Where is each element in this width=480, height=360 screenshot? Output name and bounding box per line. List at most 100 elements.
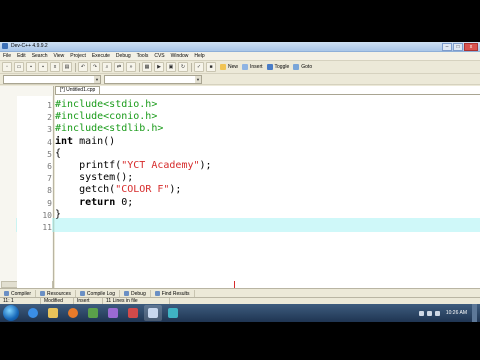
save-all-icon[interactable]: ▪ <box>38 62 48 72</box>
menu-item-window[interactable]: Window <box>168 52 192 60</box>
toggle-label: Toggle <box>274 64 290 70</box>
line-number: 7 <box>47 174 52 184</box>
insert-icon <box>242 64 249 70</box>
member-combo[interactable]: ▼ <box>104 74 202 84</box>
close-file-icon[interactable]: x <box>50 62 60 72</box>
code-token: "YCT Academy" <box>121 160 200 171</box>
taskbar-media-icon[interactable] <box>64 305 82 321</box>
code-line[interactable]: } <box>55 209 61 221</box>
line-number: 5 <box>47 149 52 159</box>
clock[interactable]: 10:26 AM <box>446 310 467 316</box>
new-icon <box>220 64 226 70</box>
menu-item-tools[interactable]: Tools <box>134 52 152 60</box>
tab-divider <box>55 94 480 95</box>
goto-icon <box>293 64 300 70</box>
code-editor[interactable]: #include<stdio.h> #include<conio.h> #inclu… <box>55 96 480 288</box>
code-token: getch( <box>55 184 116 196</box>
line-number: 2 <box>47 113 52 123</box>
menu-item-help[interactable]: Help <box>191 52 207 60</box>
code-token: printf( <box>55 160 122 171</box>
insert-button[interactable]: Insert <box>242 64 263 70</box>
menu-item-search[interactable]: Search <box>29 52 51 60</box>
code-line[interactable]: #include<stdio.h> <box>55 99 157 111</box>
tab-icon <box>4 291 9 296</box>
menu-item-file[interactable]: File <box>0 52 14 60</box>
line-number: 6 <box>47 162 52 171</box>
code-line[interactable]: return 0; <box>55 197 133 209</box>
line-number: 1 <box>47 101 52 110</box>
class-combo[interactable]: ▼ <box>3 74 101 84</box>
close-icon[interactable]: x <box>464 43 478 51</box>
code-line[interactable]: system(); <box>55 172 133 184</box>
title-bar[interactable]: Dev-C++ 4.9.9.2 – □ x <box>0 42 480 52</box>
app-icon <box>2 43 8 49</box>
line-number-gutter: 1 2 3 4 5 6 7 8 9 10 11 <box>17 96 52 288</box>
main-toolbar: ▫ ▭ ▪ ▪ x ▤ ↶ ↷ ⌕ ⇄ » ▦ ▶ ▣ ↻ ✓ ■ New In… <box>0 61 480 74</box>
redo-icon[interactable]: ↷ <box>90 62 100 72</box>
menu-item-project[interactable]: Project <box>67 52 89 60</box>
code-line[interactable]: #include<stdlib.h> <box>55 123 163 135</box>
replace-icon[interactable]: ⇄ <box>114 62 124 72</box>
new-label: New <box>228 64 239 70</box>
run-icon[interactable]: ▶ <box>154 62 164 72</box>
taskbar-devcpp-icon[interactable] <box>144 305 162 321</box>
new-file-icon[interactable]: ▫ <box>2 62 12 72</box>
menu-item-edit[interactable]: Edit <box>14 52 29 60</box>
bottom-tab-label: Resources <box>47 290 71 297</box>
maximize-icon[interactable]: □ <box>453 43 463 51</box>
code-token: 0; <box>115 196 134 208</box>
save-icon[interactable]: ▪ <box>26 62 36 72</box>
compile-run-icon[interactable]: ▣ <box>166 62 176 72</box>
start-button[interactable] <box>3 305 19 321</box>
stop-icon[interactable]: ■ <box>206 62 216 72</box>
taskbar-app-icon[interactable] <box>124 305 142 321</box>
code-line[interactable]: #include<conio.h> <box>55 111 157 123</box>
undo-icon[interactable]: ↶ <box>78 62 88 72</box>
window-title: Dev-C++ 4.9.9.2 <box>11 43 48 49</box>
code-line[interactable]: printf("YCT Academy"); <box>55 160 211 172</box>
bottom-tab-label: Find Results <box>161 290 190 297</box>
open-icon[interactable]: ▭ <box>14 62 24 72</box>
insert-label: Insert <box>250 64 263 70</box>
taskbar-app-icon[interactable] <box>84 305 102 321</box>
menu-item-cvs[interactable]: CVS <box>151 52 167 60</box>
compile-icon[interactable]: ▦ <box>142 62 152 72</box>
tray-volume-icon[interactable] <box>434 310 440 316</box>
taskbar-app-icon[interactable] <box>104 305 122 321</box>
line-number: 11 <box>42 223 52 232</box>
screen: Dev-C++ 4.9.9.2 – □ x File Edit Search View… <box>0 0 480 360</box>
code-token: return <box>79 196 116 208</box>
find-icon[interactable]: ⌕ <box>102 62 112 72</box>
rebuild-icon[interactable]: ↻ <box>178 62 188 72</box>
tray-flag-icon[interactable] <box>418 310 424 316</box>
taskbar-folder-icon[interactable] <box>44 305 62 321</box>
code-token: main() <box>73 135 116 147</box>
code-token: system(); <box>55 172 134 184</box>
line-number: 4 <box>47 137 52 147</box>
minimize-icon[interactable]: – <box>442 43 452 51</box>
menu-item-view[interactable]: View <box>51 52 68 60</box>
new-button[interactable]: New <box>220 64 238 70</box>
bottom-tab-label: Compiler <box>11 290 32 297</box>
taskbar-app-icon[interactable] <box>164 305 182 321</box>
show-desktop-button[interactable] <box>472 304 477 322</box>
code-line[interactable]: getch("COLOR F"); <box>55 184 181 196</box>
print-icon[interactable]: ▤ <box>62 62 72 72</box>
taskbar-ie-icon[interactable] <box>24 305 42 321</box>
bottom-tab-label: Compile Log <box>86 290 115 297</box>
code-token: #include<stdlib.h> <box>55 123 164 135</box>
tab-icon <box>124 291 129 296</box>
menu-item-debug[interactable]: Debug <box>113 52 134 60</box>
file-tab[interactable]: [*] Untitled1.cpp <box>55 86 101 94</box>
code-line[interactable]: int main() <box>55 136 115 148</box>
toggle-button[interactable]: Toggle <box>266 64 290 70</box>
clock-time: 10:26 AM <box>445 310 467 316</box>
tab-icon <box>40 291 46 296</box>
find-next-icon[interactable]: » <box>126 62 136 72</box>
menu-item-execute[interactable]: Execute <box>89 52 113 60</box>
code-line[interactable]: { <box>55 148 61 160</box>
code-token: ); <box>169 184 182 196</box>
tray-network-icon[interactable] <box>426 310 432 316</box>
goto-button[interactable]: Goto <box>293 64 312 70</box>
debug-icon[interactable]: ✓ <box>194 62 204 72</box>
